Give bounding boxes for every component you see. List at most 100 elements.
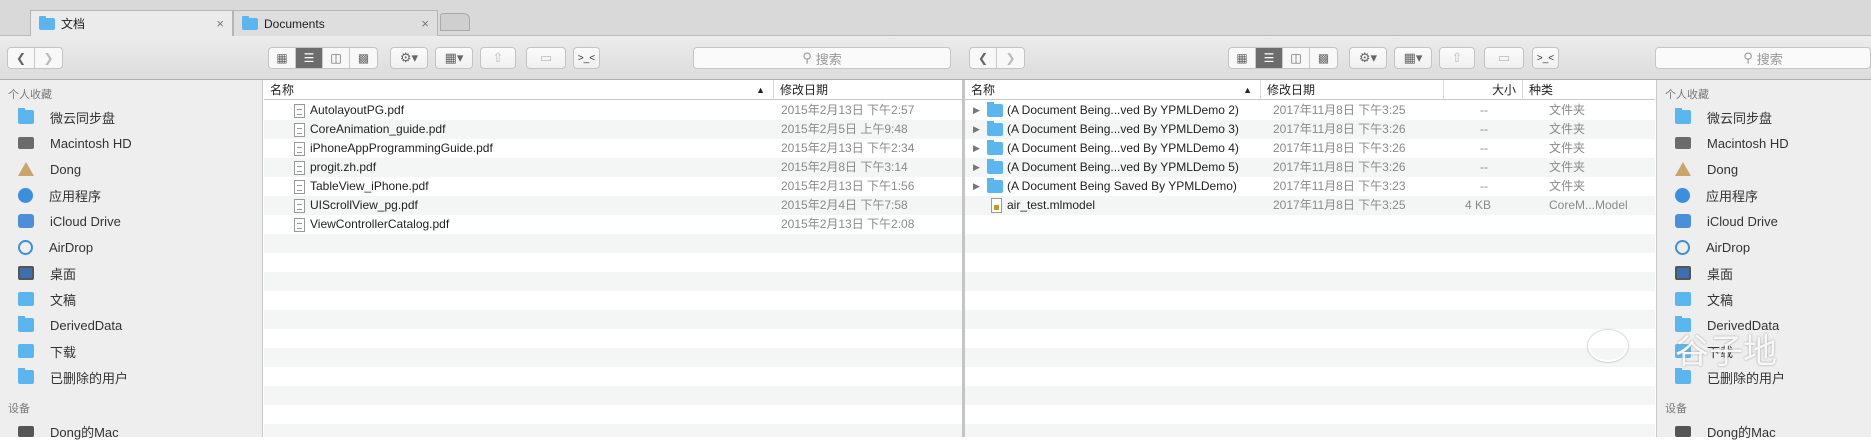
sidebar-item-weiyun[interactable]: 微云同步盘 — [18, 106, 115, 128]
sidebar-item-mac[interactable]: Dong的Mac — [18, 420, 119, 442]
table-row[interactable]: UIScrollView_pg.pdf 2015年2月4日 下午7:58 — [264, 196, 962, 215]
sidebar-item-macintosh-hd[interactable]: Macintosh HD — [18, 132, 132, 154]
sidebar-item-applications[interactable]: 应用程序 — [18, 184, 101, 206]
column-date-header[interactable]: 修改日期 — [1261, 80, 1444, 100]
column-name-header[interactable]: 名称 ▲ — [965, 80, 1261, 100]
sidebar-item-deriveddata[interactable]: DerivedData — [18, 314, 122, 336]
close-icon[interactable]: × — [421, 16, 429, 31]
disclosure-triangle-icon[interactable]: ▶ — [973, 158, 980, 177]
column-kind-header[interactable]: 种类 — [1523, 80, 1655, 100]
back-button[interactable]: ❮ — [8, 48, 35, 68]
search-field[interactable]: ⚲ 搜索 — [693, 47, 951, 69]
tag-button[interactable]: ▭ — [526, 47, 566, 69]
file-date: 2017年11月8日 下午3:25 — [1273, 103, 1406, 117]
back-button[interactable]: ❮ — [970, 48, 997, 68]
folder-icon — [18, 368, 34, 384]
favorites-header: 个人收藏 — [8, 89, 52, 101]
column-date-header[interactable]: 修改日期 — [774, 80, 962, 100]
file-kind: 文件夹 — [1549, 103, 1586, 117]
sidebar-item-documents[interactable]: 文稿 — [1675, 288, 1733, 310]
document-folder-icon — [18, 292, 34, 306]
sidebar-item-icloud[interactable]: iCloud Drive — [1675, 210, 1778, 232]
table-row[interactable]: ▶ (A Document Being...ved By YPMLDemo 3) 2… — [965, 120, 1655, 139]
mlmodel-file-icon — [991, 198, 1002, 213]
new-tab-button[interactable] — [440, 13, 470, 31]
icon-view-icon[interactable]: ▦ — [1229, 48, 1256, 68]
share-button[interactable]: ⇧ — [480, 47, 516, 69]
column-size-header[interactable]: 大小 — [1444, 80, 1523, 100]
table-row[interactable]: iPhoneAppProgrammingGuide.pdf 2015年2月13日 … — [264, 139, 962, 158]
table-row[interactable]: ▶ (A Document Being Saved By YPMLDemo) 201… — [965, 177, 1655, 196]
column-name-header[interactable]: 名称 ▲ — [264, 80, 774, 100]
table-row[interactable]: AutolayoutPG.pdf 2015年2月13日 下午2:57 — [264, 101, 962, 120]
action-gear-button[interactable]: ⚙▾ — [1349, 47, 1387, 69]
file-date: 2017年11月8日 下午3:26 — [1273, 160, 1406, 174]
sidebar-item-icloud[interactable]: iCloud Drive — [18, 210, 121, 232]
forward-button[interactable]: ❯ — [997, 48, 1024, 68]
sidebar-item-macintosh-hd[interactable]: Macintosh HD — [1675, 132, 1789, 154]
tab-documents-cn[interactable]: 文档 × — [30, 10, 233, 36]
file-kind: 文件夹 — [1549, 179, 1586, 193]
tag-button[interactable]: ▭ — [1484, 47, 1524, 69]
folder-icon — [987, 159, 1003, 174]
list-view-icon[interactable]: ☰ — [296, 48, 323, 68]
view-mode-segment: ▦ ☰ ◫ ▩ — [1228, 47, 1338, 69]
file-kind: 文件夹 — [1549, 160, 1586, 174]
table-row[interactable]: ViewControllerCatalog.pdf 2015年2月13日 下午2:… — [264, 215, 962, 234]
sidebar-item-airdrop[interactable]: AirDrop — [18, 236, 93, 258]
sidebar-item-downloads[interactable]: 下载 — [18, 340, 76, 362]
search-field[interactable]: ⚲ 搜索 — [1655, 47, 1871, 69]
column-view-icon[interactable]: ◫ — [323, 48, 350, 68]
file-kind: CoreM...Model — [1549, 198, 1628, 212]
sidebar-item-desktop[interactable]: 桌面 — [18, 262, 76, 284]
sidebar-item-label: 已删除的用户 — [50, 370, 129, 386]
sidebar-item-label: iCloud Drive — [50, 213, 121, 229]
sidebar-item-desktop[interactable]: 桌面 — [1675, 262, 1733, 284]
arrange-button[interactable]: ▦▾ — [1394, 47, 1432, 69]
tab-documents[interactable]: Documents × — [233, 10, 438, 36]
terminal-button[interactable]: >_< — [573, 47, 600, 69]
sidebar-item-applications[interactable]: 应用程序 — [1675, 184, 1758, 206]
close-icon[interactable]: × — [216, 16, 224, 31]
sidebar-item-deleted-users[interactable]: 已删除的用户 — [18, 366, 128, 388]
table-row[interactable]: ▶ (A Document Being...ved By YPMLDemo 4) 2… — [965, 139, 1655, 158]
forward-button[interactable]: ❯ — [35, 48, 62, 68]
folder-icon — [987, 121, 1003, 136]
sidebar-item-label: 文稿 — [1707, 292, 1734, 308]
sidebar-item-mac[interactable]: Dong的Mac — [1675, 420, 1776, 442]
sidebar-item-label: AirDrop — [49, 239, 94, 255]
folder-icon — [242, 15, 258, 30]
terminal-button[interactable]: >_< — [1532, 47, 1559, 69]
table-row[interactable]: ▶ (A Document Being...ved By YPMLDemo 2) 2… — [965, 101, 1655, 120]
sidebar-item-airdrop[interactable]: AirDrop — [1675, 236, 1750, 258]
sidebar-item-label: 下载 — [50, 344, 77, 360]
table-row[interactable]: TableView_iPhone.pdf 2015年2月13日 下午1:56 — [264, 177, 962, 196]
table-row[interactable]: ▶ (A Document Being...ved By YPMLDemo 5) 2… — [965, 158, 1655, 177]
sidebar-item-documents[interactable]: 文稿 — [18, 288, 76, 310]
file-name: (A Document Being...ved By YPMLDemo 5) — [1007, 160, 1239, 174]
icon-view-icon[interactable]: ▦ — [269, 48, 296, 68]
share-button[interactable]: ⇧ — [1439, 47, 1475, 69]
table-row[interactable]: progit.zh.pdf 2015年2月8日 下午3:14 — [264, 158, 962, 177]
disclosure-triangle-icon[interactable]: ▶ — [973, 120, 980, 139]
table-row[interactable]: air_test.mlmodel 2017年11月8日 下午3:25 4 KB Cor… — [965, 196, 1655, 215]
table-row[interactable]: CoreAnimation_guide.pdf 2015年2月5日 上午9:48 — [264, 120, 962, 139]
sidebar-left: 个人收藏 微云同步盘 Macintosh HD Dong 应用程序 iCloud… — [0, 80, 263, 440]
action-gear-button[interactable]: ⚙▾ — [390, 47, 428, 69]
column-view-icon[interactable]: ◫ — [1283, 48, 1310, 68]
disclosure-triangle-icon[interactable]: ▶ — [973, 177, 980, 196]
pdf-file-icon — [294, 161, 305, 175]
sidebar-item-weiyun[interactable]: 微云同步盘 — [1675, 106, 1772, 128]
arrange-button[interactable]: ▦▾ — [435, 47, 473, 69]
list-view-icon[interactable]: ☰ — [1256, 48, 1283, 68]
cover-flow-icon[interactable]: ▩ — [350, 48, 377, 68]
tab-bar: 文档 × Documents × — [0, 0, 1871, 36]
file-name: (A Document Being...ved By YPMLDemo 4) — [1007, 141, 1239, 155]
sidebar-item-home[interactable]: Dong — [18, 158, 81, 180]
cover-flow-icon[interactable]: ▩ — [1310, 48, 1337, 68]
file-date: 2015年2月13日 下午2:34 — [781, 141, 915, 155]
sidebar-item-home[interactable]: Dong — [1675, 158, 1738, 180]
disclosure-triangle-icon[interactable]: ▶ — [973, 101, 980, 120]
disclosure-triangle-icon[interactable]: ▶ — [973, 139, 980, 158]
sidebar-item-label: 应用程序 — [1706, 188, 1759, 204]
